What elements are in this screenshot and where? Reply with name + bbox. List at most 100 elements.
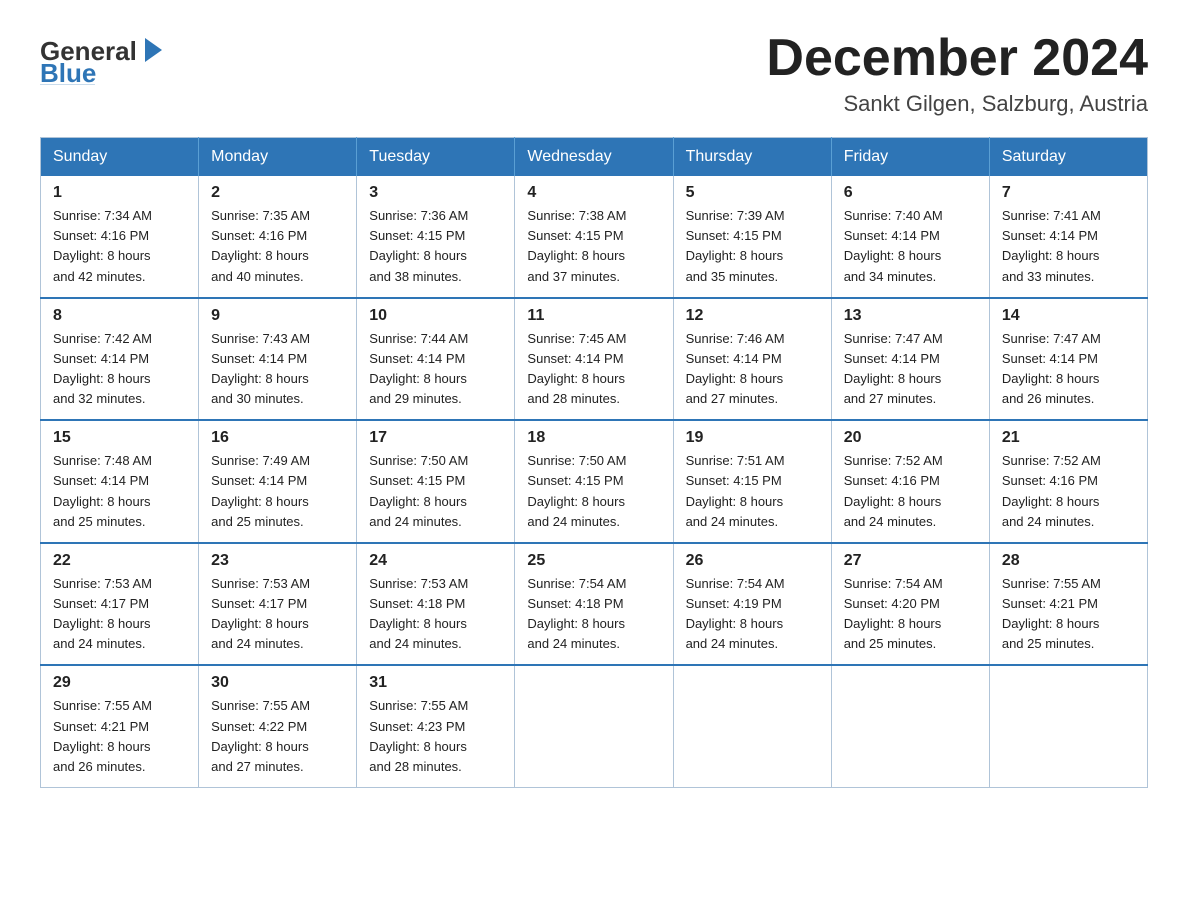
day-info: Sunrise: 7:45 AMSunset: 4:14 PMDaylight:…	[527, 329, 660, 410]
day-info: Sunrise: 7:51 AMSunset: 4:15 PMDaylight:…	[686, 451, 819, 532]
calendar-day-cell: 26 Sunrise: 7:54 AMSunset: 4:19 PMDayligh…	[673, 543, 831, 666]
day-number: 31	[369, 674, 502, 692]
calendar-day-cell: 8 Sunrise: 7:42 AMSunset: 4:14 PMDaylight…	[41, 298, 199, 421]
calendar-day-cell: 5 Sunrise: 7:39 AMSunset: 4:15 PMDaylight…	[673, 176, 831, 298]
calendar-day-cell	[831, 665, 989, 787]
day-info: Sunrise: 7:54 AMSunset: 4:19 PMDaylight:…	[686, 574, 819, 655]
calendar-day-cell	[515, 665, 673, 787]
weekday-header-tuesday: Tuesday	[357, 138, 515, 177]
weekday-header-saturday: Saturday	[989, 138, 1147, 177]
day-number: 9	[211, 307, 344, 325]
day-number: 25	[527, 552, 660, 570]
calendar-week-row: 1 Sunrise: 7:34 AMSunset: 4:16 PMDaylight…	[41, 176, 1148, 298]
day-number: 15	[53, 429, 186, 447]
day-info: Sunrise: 7:54 AMSunset: 4:18 PMDaylight:…	[527, 574, 660, 655]
calendar-week-row: 15 Sunrise: 7:48 AMSunset: 4:14 PMDayligh…	[41, 420, 1148, 543]
day-number: 7	[1002, 184, 1135, 202]
day-info: Sunrise: 7:41 AMSunset: 4:14 PMDaylight:…	[1002, 206, 1135, 287]
calendar-day-cell: 11 Sunrise: 7:45 AMSunset: 4:14 PMDayligh…	[515, 298, 673, 421]
calendar-day-cell: 23 Sunrise: 7:53 AMSunset: 4:17 PMDayligh…	[199, 543, 357, 666]
day-info: Sunrise: 7:42 AMSunset: 4:14 PMDaylight:…	[53, 329, 186, 410]
day-number: 17	[369, 429, 502, 447]
day-info: Sunrise: 7:47 AMSunset: 4:14 PMDaylight:…	[844, 329, 977, 410]
calendar-week-row: 22 Sunrise: 7:53 AMSunset: 4:17 PMDayligh…	[41, 543, 1148, 666]
calendar-day-cell: 9 Sunrise: 7:43 AMSunset: 4:14 PMDaylight…	[199, 298, 357, 421]
day-info: Sunrise: 7:52 AMSunset: 4:16 PMDaylight:…	[1002, 451, 1135, 532]
location-title: Sankt Gilgen, Salzburg, Austria	[766, 91, 1148, 117]
day-number: 3	[369, 184, 502, 202]
day-number: 21	[1002, 429, 1135, 447]
day-info: Sunrise: 7:55 AMSunset: 4:22 PMDaylight:…	[211, 696, 344, 777]
day-info: Sunrise: 7:55 AMSunset: 4:21 PMDaylight:…	[1002, 574, 1135, 655]
day-number: 5	[686, 184, 819, 202]
calendar-day-cell: 16Sunrise: 7:49 AMSunset: 4:14 PMDayligh…	[199, 420, 357, 543]
day-number: 29	[53, 674, 186, 692]
calendar-day-cell	[989, 665, 1147, 787]
day-number: 18	[527, 429, 660, 447]
day-info: Sunrise: 7:36 AMSunset: 4:15 PMDaylight:…	[369, 206, 502, 287]
day-number: 8	[53, 307, 186, 325]
day-number: 11	[527, 307, 660, 325]
day-info: Sunrise: 7:53 AMSunset: 4:17 PMDaylight:…	[53, 574, 186, 655]
day-number: 12	[686, 307, 819, 325]
calendar-day-cell: 22 Sunrise: 7:53 AMSunset: 4:17 PMDayligh…	[41, 543, 199, 666]
calendar-day-cell: 30 Sunrise: 7:55 AMSunset: 4:22 PMDayligh…	[199, 665, 357, 787]
day-number: 1	[53, 184, 186, 202]
calendar-day-cell: 18 Sunrise: 7:50 AMSunset: 4:15 PMDayligh…	[515, 420, 673, 543]
calendar-day-cell: 15 Sunrise: 7:48 AMSunset: 4:14 PMDayligh…	[41, 420, 199, 543]
weekday-header-row: SundayMondayTuesdayWednesdayThursdayFrid…	[41, 138, 1148, 177]
day-number: 14	[1002, 307, 1135, 325]
day-info: Sunrise: 7:39 AMSunset: 4:15 PMDaylight:…	[686, 206, 819, 287]
calendar-day-cell: 13 Sunrise: 7:47 AMSunset: 4:14 PMDayligh…	[831, 298, 989, 421]
calendar-day-cell: 2Sunrise: 7:35 AMSunset: 4:16 PMDaylight…	[199, 176, 357, 298]
day-info: Sunrise: 7:43 AMSunset: 4:14 PMDaylight:…	[211, 329, 344, 410]
day-info: Sunrise: 7:38 AMSunset: 4:15 PMDaylight:…	[527, 206, 660, 287]
calendar-day-cell: 24Sunrise: 7:53 AMSunset: 4:18 PMDayligh…	[357, 543, 515, 666]
calendar-day-cell: 6Sunrise: 7:40 AMSunset: 4:14 PMDaylight…	[831, 176, 989, 298]
calendar-day-cell: 14 Sunrise: 7:47 AMSunset: 4:14 PMDayligh…	[989, 298, 1147, 421]
day-number: 4	[527, 184, 660, 202]
day-number: 27	[844, 552, 977, 570]
calendar-week-row: 8 Sunrise: 7:42 AMSunset: 4:14 PMDaylight…	[41, 298, 1148, 421]
svg-text:Blue: Blue	[40, 58, 96, 85]
calendar-day-cell: 4 Sunrise: 7:38 AMSunset: 4:15 PMDaylight…	[515, 176, 673, 298]
calendar-day-cell: 12 Sunrise: 7:46 AMSunset: 4:14 PMDayligh…	[673, 298, 831, 421]
weekday-header-monday: Monday	[199, 138, 357, 177]
calendar-day-cell: 29Sunrise: 7:55 AMSunset: 4:21 PMDayligh…	[41, 665, 199, 787]
month-title: December 2024	[766, 30, 1148, 87]
day-info: Sunrise: 7:34 AMSunset: 4:16 PMDaylight:…	[53, 206, 186, 287]
day-number: 23	[211, 552, 344, 570]
day-info: Sunrise: 7:44 AMSunset: 4:14 PMDaylight:…	[369, 329, 502, 410]
day-info: Sunrise: 7:50 AMSunset: 4:15 PMDaylight:…	[369, 451, 502, 532]
day-info: Sunrise: 7:54 AMSunset: 4:20 PMDaylight:…	[844, 574, 977, 655]
calendar-day-cell: 10Sunrise: 7:44 AMSunset: 4:14 PMDayligh…	[357, 298, 515, 421]
calendar-day-cell: 28 Sunrise: 7:55 AMSunset: 4:21 PMDayligh…	[989, 543, 1147, 666]
calendar-day-cell: 27 Sunrise: 7:54 AMSunset: 4:20 PMDayligh…	[831, 543, 989, 666]
calendar-table: SundayMondayTuesdayWednesdayThursdayFrid…	[40, 137, 1148, 788]
day-number: 26	[686, 552, 819, 570]
day-info: Sunrise: 7:49 AMSunset: 4:14 PMDaylight:…	[211, 451, 344, 532]
day-info: Sunrise: 7:46 AMSunset: 4:14 PMDaylight:…	[686, 329, 819, 410]
day-info: Sunrise: 7:47 AMSunset: 4:14 PMDaylight:…	[1002, 329, 1135, 410]
day-info: Sunrise: 7:35 AMSunset: 4:16 PMDaylight:…	[211, 206, 344, 287]
day-info: Sunrise: 7:53 AMSunset: 4:17 PMDaylight:…	[211, 574, 344, 655]
calendar-day-cell: 7 Sunrise: 7:41 AMSunset: 4:14 PMDaylight…	[989, 176, 1147, 298]
calendar-day-cell: 20 Sunrise: 7:52 AMSunset: 4:16 PMDayligh…	[831, 420, 989, 543]
calendar-day-cell: 17 Sunrise: 7:50 AMSunset: 4:15 PMDayligh…	[357, 420, 515, 543]
day-number: 30	[211, 674, 344, 692]
calendar-day-cell: 21 Sunrise: 7:52 AMSunset: 4:16 PMDayligh…	[989, 420, 1147, 543]
day-number: 22	[53, 552, 186, 570]
day-number: 6	[844, 184, 977, 202]
day-info: Sunrise: 7:48 AMSunset: 4:14 PMDaylight:…	[53, 451, 186, 532]
calendar-day-cell: 3 Sunrise: 7:36 AMSunset: 4:15 PMDaylight…	[357, 176, 515, 298]
weekday-header-sunday: Sunday	[41, 138, 199, 177]
day-info: Sunrise: 7:55 AMSunset: 4:23 PMDaylight:…	[369, 696, 502, 777]
day-number: 19	[686, 429, 819, 447]
day-number: 13	[844, 307, 977, 325]
day-info: Sunrise: 7:52 AMSunset: 4:16 PMDaylight:…	[844, 451, 977, 532]
title-area: December 2024 Sankt Gilgen, Salzburg, Au…	[766, 30, 1148, 117]
calendar-day-cell: 25 Sunrise: 7:54 AMSunset: 4:18 PMDayligh…	[515, 543, 673, 666]
day-info: Sunrise: 7:50 AMSunset: 4:15 PMDaylight:…	[527, 451, 660, 532]
day-number: 20	[844, 429, 977, 447]
day-number: 28	[1002, 552, 1135, 570]
